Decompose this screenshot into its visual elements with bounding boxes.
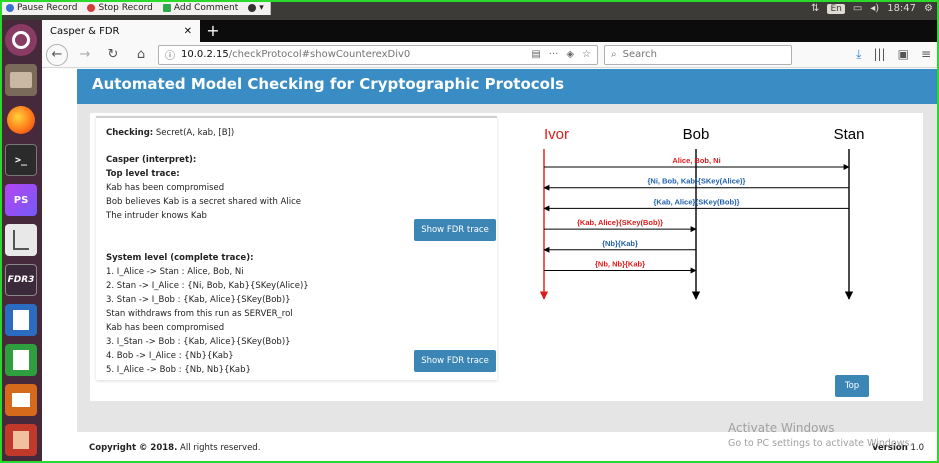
stop-record-button[interactable]: Stop Record [87, 2, 153, 13]
stop-record-label: Stop Record [98, 2, 153, 13]
add-comment-label: Add Comment [173, 2, 239, 13]
system-level-line: Kab has been compromised [106, 323, 225, 333]
footer-copyright: Copyright © 2018. [89, 443, 178, 453]
page-header: Automated Model Checking for Cryptograph… [77, 69, 939, 104]
firefox-icon[interactable] [5, 104, 37, 136]
add-comment-button[interactable]: Add Comment [162, 2, 239, 13]
comment-icon [162, 3, 171, 12]
url-host: 10.0.2.15 [181, 49, 229, 60]
result-panel: Checking: Secret(A, kab, [B]) Casper (in… [90, 113, 923, 401]
system-level-line: 3. I_Stan -> Bob : {Kab, Alice}{SKey(Bob… [106, 337, 291, 347]
message-label: {Ni, Bob, Kab}{SKey(Alice)} [648, 177, 746, 186]
checking-label: Checking: [106, 128, 154, 138]
sequence-diagram: Ivor Bob Stan Alice, Bob, Ni {Ni, Bob, Kab}{… [539, 126, 865, 300]
url-bar[interactable]: ⓘ 10.0.2.15/checkProtocol#showCounterexD… [158, 44, 598, 65]
top-level-line: Kab has been compromised [106, 183, 225, 193]
top-level-line: Bob believes Kab is a secret shared with… [106, 197, 301, 207]
browser-tools: ⤓ ||| ▣ ≡ [856, 47, 935, 62]
fdr3-icon[interactable]: FDR3 [5, 264, 37, 296]
stop-icon [87, 3, 96, 12]
page-left-strip [42, 69, 77, 463]
top-level-heading: Top level trace: [106, 169, 180, 179]
watermark-title: Activate Windows [728, 421, 835, 435]
impress-icon[interactable] [5, 384, 37, 416]
ubuntu-dash-icon[interactable] [5, 24, 37, 56]
search-icon: ⌕ [611, 49, 617, 60]
tab-title: Casper & FDR [50, 25, 120, 37]
help-button[interactable]: ▾ [248, 3, 264, 13]
page-actions-icon[interactable]: ··· [549, 49, 559, 60]
system-level-line: 2. Stan -> I_Alice : {Ni, Bob, Kab}{SKey… [106, 281, 309, 291]
network-icon[interactable]: ⇅ [811, 3, 819, 14]
page-title: Automated Model Checking for Cryptograph… [92, 75, 565, 93]
lifeline-head-stan: Stan [834, 126, 865, 143]
new-tab-button[interactable]: + [200, 20, 226, 42]
lifeline-head-ivor: Ivor [544, 126, 569, 143]
system-level-line: Stan withdraws from this run as SERVER_r… [106, 309, 293, 319]
system-level-line: 1. I_Alice -> Stan : Alice, Bob, Ni [106, 267, 244, 277]
tab-bar: Casper & FDR ✕ + [42, 20, 939, 42]
checking-value: Secret(A, kab, [B]) [153, 128, 235, 138]
clock[interactable]: 18:47 [887, 3, 916, 14]
system-level-line: 3. Stan -> I_Bob : {Kab, Alice}{SKey(Bob… [106, 295, 291, 305]
forward-button[interactable]: → [74, 44, 96, 66]
pocket-icon[interactable]: ◈ [566, 49, 574, 60]
lifeline-head-bob: Bob [683, 126, 710, 143]
dropdown-arrow-icon: ▾ [259, 2, 264, 13]
pause-record-label: Pause Record [17, 2, 78, 13]
writer-icon[interactable] [5, 304, 37, 336]
web-page: Automated Model Checking for Cryptograph… [42, 69, 939, 463]
firefox-window: Casper & FDR ✕ + ← → ↻ ⌂ ⓘ 10.0.2.15/che… [42, 20, 939, 463]
top-button[interactable]: Top [835, 375, 869, 397]
terminal-icon[interactable]: >_ [5, 144, 37, 176]
reload-button[interactable]: ↻ [102, 44, 124, 66]
text-editor-icon[interactable] [5, 224, 37, 256]
sidebar-icon[interactable]: ▣ [898, 47, 909, 62]
reader-view-icon[interactable]: ▤ [531, 49, 540, 60]
tab-casper-fdr[interactable]: Casper & FDR ✕ [42, 20, 200, 42]
search-placeholder: Search [622, 49, 657, 60]
message-label: {Nb, Nb}{Kab} [595, 260, 645, 269]
system-level-heading: System level (complete trace): [106, 253, 254, 263]
files-icon[interactable] [5, 64, 37, 96]
message-label: {Kab, Alice}{SKey(Bob)} [577, 218, 663, 227]
url-path: /checkProtocol#showCounterexDiv0 [228, 49, 411, 60]
keyboard-layout-indicator[interactable]: En [827, 3, 845, 14]
show-fdr-trace-button-system[interactable]: Show FDR trace [414, 350, 496, 372]
navigation-toolbar: ← → ↻ ⌂ ⓘ 10.0.2.15/checkProtocol#showCo… [42, 42, 939, 68]
message-label: {Kab, Alice}{SKey(Bob)} [654, 197, 740, 206]
system-tray: ⇅ En ▭ ◂) 18:47 ⚙ [811, 3, 933, 14]
downloads-icon[interactable]: ⤓ [856, 47, 861, 62]
watermark-subtitle: Go to PC settings to activate Windows. [728, 438, 913, 449]
help-icon [248, 3, 257, 12]
pause-record-button[interactable]: Pause Record [6, 3, 77, 13]
show-fdr-trace-button-top[interactable]: Show FDR trace [414, 219, 496, 241]
checking-line: Checking: Secret(A, kab, [B]) [106, 126, 487, 140]
system-top-panel: Pause Record Stop Record Add Comment ▾ ⇅… [0, 0, 939, 20]
message-label: Alice, Bob, Ni [672, 156, 720, 165]
calc-icon[interactable] [5, 344, 37, 376]
casper-heading: Casper (interpret): [106, 155, 197, 165]
close-tab-icon[interactable]: ✕ [184, 26, 192, 37]
menu-icon[interactable]: ≡ [921, 47, 931, 62]
back-button[interactable]: ← [46, 43, 68, 66]
phpstorm-icon[interactable]: PS [5, 184, 37, 216]
battery-icon[interactable]: ▭ [853, 3, 862, 14]
activate-windows-watermark: Activate Windows Go to PC settings to ac… [728, 421, 912, 451]
site-info-icon[interactable]: ⓘ [165, 47, 175, 62]
footer-rights: All rights reserved. [177, 443, 261, 453]
library-icon[interactable]: ||| [873, 47, 885, 62]
pause-icon [6, 3, 14, 12]
volume-icon[interactable]: ◂) [870, 3, 879, 14]
settings-gear-icon[interactable]: ⚙ [924, 3, 933, 14]
home-button[interactable]: ⌂ [130, 44, 152, 66]
bookmark-star-icon[interactable]: ☆ [582, 49, 591, 60]
recorder-toolbar: Pause Record Stop Record Add Comment ▾ [0, 0, 271, 15]
ubuntu-launcher: >_ PS FDR3 [0, 20, 42, 463]
counterexample-card: Checking: Secret(A, kab, [B]) Casper (in… [96, 116, 497, 380]
search-bar[interactable]: ⌕ Search [604, 44, 792, 65]
message-label: {Nb}{Kab} [602, 239, 638, 248]
trash-icon[interactable] [5, 424, 37, 456]
